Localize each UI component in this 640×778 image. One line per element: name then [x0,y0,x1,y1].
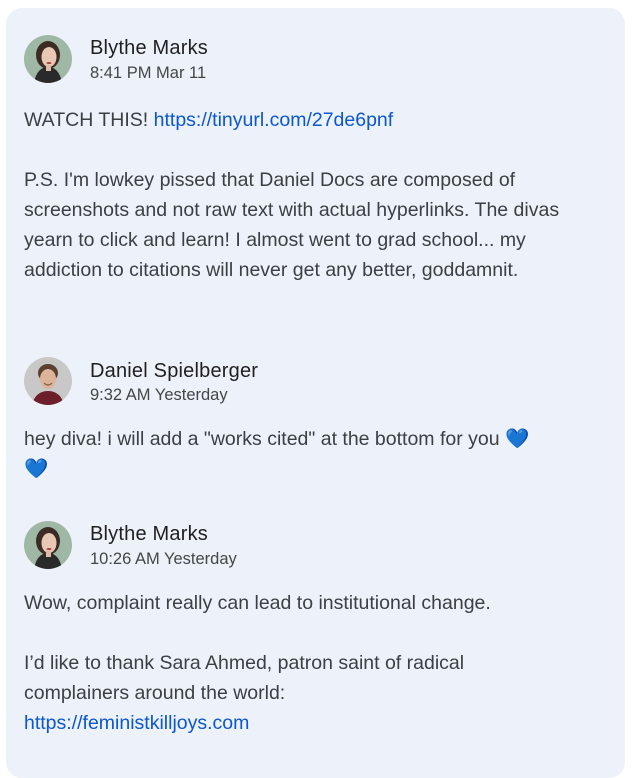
woman-portrait-avatar-icon [24,521,72,569]
avatar[interactable] [24,35,72,83]
man-portrait-avatar-icon [24,357,72,405]
avatar[interactable] [24,521,72,569]
author-name: Blythe Marks [90,523,208,545]
author-name: Daniel Spielberger [90,360,259,382]
avatar[interactable] [24,357,72,405]
comment-timestamp: 9:32 AM Yesterday [90,386,228,404]
comment-text: WATCH THIS! [24,109,154,131]
comment-paragraph: I’d like to thank Sara Ahmed, patron sai… [24,648,544,738]
comment-paragraph: hey diva! i will add a "works cited" at … [24,428,530,480]
author-name: Blythe Marks [90,37,208,59]
comment-paragraph: P.S. I'm lowkey pissed that Daniel Docs … [24,169,560,281]
comment-paragraph: Wow, complaint really can lead to instit… [24,592,491,614]
comment-paragraph: WATCH THIS! https://tinyurl.com/27de6pnf [24,105,604,135]
comment-text: I’d like to thank Sara Ahmed, patron sai… [24,652,465,704]
hyperlink[interactable]: https://feministkilljoys.com [24,712,249,734]
comment-timestamp: 10:26 AM Yesterday [90,550,237,568]
comment-thread: Blythe Marks 8:41 PM Mar 11 WATCH THIS! … [6,8,625,778]
comment-timestamp: 8:41 PM Mar 11 [90,64,207,82]
hyperlink[interactable]: https://tinyurl.com/27de6pnf [154,109,394,131]
woman-portrait-avatar-icon [24,35,72,83]
